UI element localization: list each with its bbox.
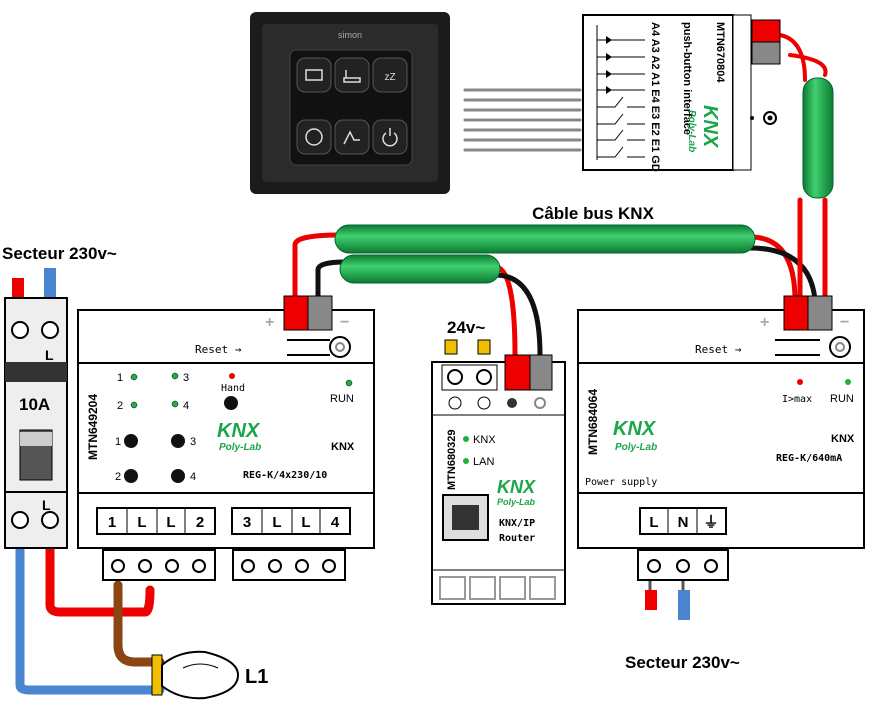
knx-logo-sub: Poly-Lab xyxy=(219,442,261,453)
minus-label: − xyxy=(840,314,849,331)
reset-button[interactable] xyxy=(829,336,851,358)
label: 4 xyxy=(190,471,196,483)
bus-cable-vertical xyxy=(802,77,834,199)
label: L xyxy=(272,514,281,531)
bus-terminal-minus xyxy=(751,41,781,65)
label: 1 xyxy=(115,436,121,448)
router-name-2: Router xyxy=(499,533,535,544)
reset-button[interactable] xyxy=(329,336,351,358)
label: 3 xyxy=(243,514,251,531)
label: 1 xyxy=(108,514,116,531)
pbi-pins: A4 A3 A2 A1 E4 E3 E2 E1 GD xyxy=(649,22,661,172)
screw-terminals xyxy=(111,559,336,573)
label: 3 xyxy=(190,436,196,448)
label: 2 xyxy=(196,514,204,531)
lan-led-label: LAN xyxy=(473,456,494,468)
label: L xyxy=(649,514,658,531)
scene-button-hand[interactable] xyxy=(296,119,332,155)
knx-ip-router: MTN680329 KNX LAN KNX Poly-Lab KNX/IP Ro… xyxy=(431,339,566,605)
label: 2 xyxy=(115,471,121,483)
minus-label: − xyxy=(340,314,349,331)
knx-logo: KNX xyxy=(699,105,721,149)
breaker-L-bottom: L xyxy=(42,497,51,513)
channel-4-button[interactable] xyxy=(171,469,185,483)
channel-2-button[interactable] xyxy=(124,469,138,483)
knx-logo-sub: Poly-Lab xyxy=(686,110,697,152)
breaker-rating: 10A xyxy=(19,395,50,414)
bus-cable-lower xyxy=(339,254,501,284)
channel-1-button[interactable] xyxy=(124,434,138,448)
push-button-interface: A4 A3 A2 A1 E4 E3 E2 E1 GD push-button i… xyxy=(582,14,781,172)
scene-button-bed[interactable] xyxy=(296,57,332,93)
panel-brand: simon xyxy=(338,30,362,40)
wall-switch-panel: simon zZ xyxy=(250,12,450,194)
knx-label: KNX xyxy=(831,433,855,445)
psu-description: Power supply xyxy=(585,477,657,488)
label: L xyxy=(301,514,310,531)
knx-logo-sub: Poly-Lab xyxy=(497,497,536,507)
channel-3-button[interactable] xyxy=(171,434,185,448)
circuit-breaker: L 10A L xyxy=(4,297,68,549)
knx-label: KNX xyxy=(331,441,355,453)
label: L xyxy=(166,514,175,531)
knx-logo: KNX xyxy=(217,420,261,442)
router-name: KNX/IP xyxy=(499,518,535,529)
reset-label: Reset → xyxy=(195,343,242,356)
knx-logo: KNX xyxy=(497,477,536,497)
diagram-canvas: Câble bus KNX simon zZ A4 A3 A2 A1 E4 E3… xyxy=(2,12,865,700)
actuator-type: REG-K/4x230/10 xyxy=(243,470,327,481)
bus-cable-upper xyxy=(334,224,756,254)
label: 4 xyxy=(183,400,189,412)
knx-logo: KNX xyxy=(613,418,657,440)
mains-left-label: Secteur 230v~ xyxy=(2,244,117,263)
knx-logo-sub: Poly-Lab xyxy=(615,442,657,453)
cable-label: Câble bus KNX xyxy=(532,204,655,223)
label: 3 xyxy=(183,372,189,384)
hand-button[interactable] xyxy=(224,396,238,410)
plus-label: + xyxy=(760,314,769,331)
label: L xyxy=(137,514,146,531)
sleep-icon: zZ xyxy=(384,72,395,83)
scene-button-bath[interactable] xyxy=(334,57,370,93)
24v-label: 24v~ xyxy=(447,318,485,337)
run-label: RUN xyxy=(830,393,854,405)
pbi-model: MTN670804 xyxy=(714,22,726,83)
label: 2 xyxy=(117,400,123,412)
hand-label: Hand xyxy=(221,383,245,394)
lamp-label: L1 xyxy=(245,666,268,688)
label: 4 xyxy=(331,514,340,531)
bus-terminal-plus xyxy=(751,19,781,43)
label: N xyxy=(678,514,689,531)
power-supply: + − Reset → MTN684064 I>max RUN KNX REG-… xyxy=(577,295,865,581)
ground-icon: ⏚ xyxy=(703,514,718,531)
knx-led-label: KNX xyxy=(473,434,496,446)
psu-model: MTN684064 xyxy=(586,389,600,455)
mains-right-label: Secteur 230v~ xyxy=(625,653,740,672)
actuator-model: MTN649204 xyxy=(86,394,100,460)
breaker-L-top: L xyxy=(45,347,54,363)
reset-label: Reset → xyxy=(695,343,742,356)
power-button[interactable] xyxy=(372,119,408,155)
knx-wiring-diagram: Câble bus KNX simon zZ A4 A3 A2 A1 E4 E3… xyxy=(0,0,870,710)
switch-actuator: + − Reset → MTN649204 1 2 3 4 1 2 3 4 Hand R… xyxy=(77,295,375,581)
plus-label: + xyxy=(265,314,274,331)
run-label: RUN xyxy=(330,393,354,405)
lamp-icon xyxy=(151,650,240,700)
router-model: MTN680329 xyxy=(446,429,458,490)
psu-type: REG-K/640mA xyxy=(776,453,842,464)
imax-label: I>max xyxy=(782,394,812,405)
label: 1 xyxy=(117,372,123,384)
